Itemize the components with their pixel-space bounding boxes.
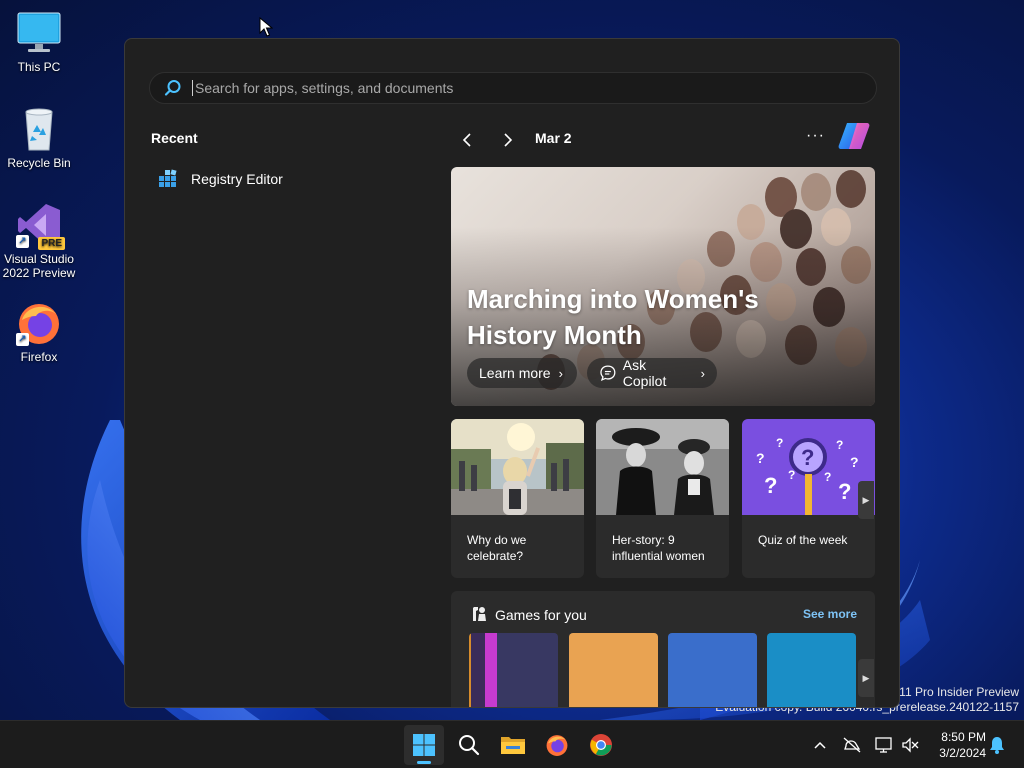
- registry-editor-icon: [159, 169, 177, 187]
- desktop-icon-label: Firefox: [20, 350, 58, 364]
- svg-text:?: ?: [824, 470, 831, 484]
- monitor-icon: [16, 10, 62, 56]
- search-input[interactable]: [192, 80, 852, 96]
- ask-copilot-button[interactable]: Ask Copilot ›: [587, 357, 717, 389]
- ask-copilot-label: Ask Copilot: [622, 357, 667, 389]
- next-button[interactable]: [497, 129, 519, 151]
- svg-text:?: ?: [764, 473, 777, 498]
- desktop-icon-label-line: Visual Studio: [4, 252, 74, 266]
- card-text: Her-story: 9 influential women: [612, 533, 705, 563]
- desktop-icon-visual-studio[interactable]: PRE ↗ Visual Studio 2022 Preview: [1, 202, 77, 280]
- search-box[interactable]: [149, 72, 877, 104]
- svg-text:?: ?: [836, 438, 843, 452]
- games-icon: [473, 607, 486, 621]
- copilot-icon: [838, 123, 870, 149]
- previous-button[interactable]: [456, 129, 478, 151]
- start-icon: [413, 734, 435, 756]
- cards-scroll-right-button[interactable]: ▶: [858, 481, 874, 519]
- story-card[interactable]: Why do we celebrate?: [451, 419, 584, 578]
- file-explorer-icon: [501, 737, 525, 754]
- clock-date: 3/2/2024: [939, 746, 986, 760]
- network-status-button[interactable]: [840, 733, 864, 757]
- active-indicator: [417, 761, 431, 764]
- svg-text:?: ?: [850, 454, 859, 470]
- clock-time: 8:50 PM: [941, 730, 986, 744]
- search-icon: [164, 80, 181, 96]
- chevron-right-icon: ›: [700, 365, 705, 381]
- desktop-icon-firefox[interactable]: ↗ Firefox: [1, 300, 77, 364]
- widget-date: Mar 2: [535, 130, 572, 146]
- chrome-taskbar-button[interactable]: [581, 725, 621, 765]
- shortcut-arrow-icon: ↗: [16, 333, 29, 346]
- game-tile[interactable]: [469, 633, 558, 707]
- chevron-right-icon: [504, 133, 513, 147]
- firefox-taskbar-button[interactable]: [537, 725, 577, 765]
- hero-card[interactable]: Marching into Women's History Month Lear…: [451, 167, 875, 406]
- preview-badge: PRE: [38, 237, 65, 250]
- recycle-bin-icon: [16, 106, 62, 152]
- firefox-icon: ↗: [16, 300, 62, 346]
- march-photo: [451, 419, 584, 515]
- hero-title: Marching into Women's History Month: [467, 284, 759, 350]
- desktop-icon-label-line: 2022 Preview: [2, 266, 76, 280]
- svg-text:?: ?: [801, 445, 814, 470]
- learn-more-label: Learn more: [479, 365, 551, 381]
- game-tile[interactable]: [668, 633, 757, 707]
- network-disconnected-icon: [843, 737, 861, 753]
- desktop-icon-label: Recycle Bin: [7, 156, 71, 170]
- recent-item-registry-editor[interactable]: Registry Editor: [157, 164, 417, 194]
- search-icon: [459, 735, 480, 756]
- start-menu: Recent Registry Editor Mar 2 ···: [124, 38, 900, 708]
- story-card[interactable]: ?? ?? ?? ?? ? Quiz of the week: [742, 419, 875, 578]
- desktop-icon-recycle-bin[interactable]: Recycle Bin: [1, 106, 77, 170]
- taskbar-search-button[interactable]: [449, 725, 489, 765]
- quiz-illustration: ?? ?? ?? ?? ?: [742, 419, 875, 515]
- play-arrow-icon: ▶: [862, 672, 870, 683]
- clock[interactable]: 8:50 PM 3/2/2024: [926, 729, 986, 761]
- svg-text:?: ?: [838, 479, 851, 504]
- shortcut-arrow-icon: ↗: [16, 235, 29, 248]
- desktop-icon-label: Visual Studio 2022 Preview: [1, 252, 77, 280]
- taskbar: 8:50 PM 3/2/2024: [0, 720, 1024, 768]
- visual-studio-icon: PRE ↗: [16, 202, 65, 250]
- notifications-button[interactable]: [985, 733, 1009, 757]
- show-hidden-icons-button[interactable]: [808, 733, 832, 757]
- historical-photo: [596, 419, 729, 515]
- desktop-icon-label: This PC: [17, 60, 61, 74]
- learn-more-button[interactable]: Learn more ›: [467, 358, 577, 388]
- recent-title: Recent: [151, 130, 198, 146]
- firefox-icon: [546, 735, 568, 756]
- start-button[interactable]: [404, 725, 444, 765]
- svg-text:?: ?: [756, 450, 765, 466]
- file-explorer-button[interactable]: [493, 725, 533, 765]
- svg-text:?: ?: [776, 436, 783, 450]
- game-tile[interactable]: [569, 633, 658, 707]
- chrome-icon: [590, 734, 612, 756]
- chevron-right-icon: ›: [558, 365, 563, 381]
- monitor-network-icon: [875, 737, 892, 753]
- story-card[interactable]: Her-story: 9 influential women: [596, 419, 729, 578]
- volume-button[interactable]: [898, 733, 922, 757]
- card-text: Why do we celebrate?: [467, 533, 527, 563]
- see-more-link[interactable]: See more: [803, 607, 857, 621]
- copilot-button[interactable]: [837, 121, 871, 151]
- mouse-cursor-icon: [259, 17, 273, 37]
- games-widget: Games for you See more: [451, 591, 875, 707]
- display-button[interactable]: [872, 733, 896, 757]
- play-arrow-icon: ▶: [862, 494, 870, 505]
- more-options-button[interactable]: ···: [806, 127, 825, 145]
- volume-muted-icon: [902, 737, 919, 753]
- games-title: Games for you: [495, 607, 587, 623]
- card-text: Quiz of the week: [758, 533, 848, 547]
- chat-icon: [600, 365, 616, 382]
- games-scroll-right-button[interactable]: ▶: [858, 659, 874, 697]
- bell-icon: [990, 737, 1004, 754]
- chevron-up-icon: [814, 741, 826, 749]
- desktop-icon-this-pc[interactable]: This PC: [1, 10, 77, 74]
- recent-item-label: Registry Editor: [191, 171, 283, 187]
- game-tile[interactable]: [767, 633, 856, 707]
- chevron-left-icon: [462, 133, 471, 147]
